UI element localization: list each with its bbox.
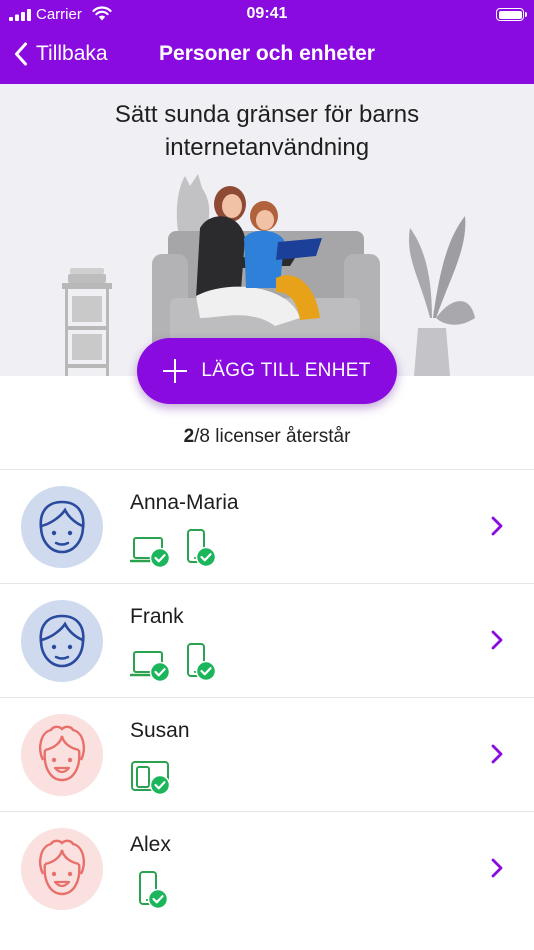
laptop-check-icon: [130, 537, 171, 568]
avatar: [21, 828, 103, 910]
device-list: [130, 526, 218, 568]
navigation-bar: Tillbaka Personer och enheter: [0, 28, 534, 84]
person-row-alex[interactable]: Alex: [0, 811, 534, 925]
person-row-anna-maria[interactable]: Anna-Maria: [0, 469, 534, 583]
boy-face-icon: [39, 500, 85, 554]
person-row-susan[interactable]: Susan: [0, 697, 534, 811]
person-name: Susan: [130, 719, 190, 742]
device-list: [130, 640, 218, 682]
shelf-illustration: [62, 268, 112, 376]
girl-face-icon: [39, 725, 85, 782]
chevron-right-icon: [491, 858, 503, 878]
licenses-remaining: 2/8 licenser återstår: [0, 426, 534, 448]
phone-check-icon: [187, 529, 217, 568]
battery-icon: [496, 8, 527, 21]
device-list: [130, 754, 174, 796]
person-name: Alex: [130, 833, 171, 856]
chevron-right-icon: [491, 630, 503, 650]
licenses-count: 2: [183, 426, 195, 447]
avatar: [21, 714, 103, 796]
multi-device-check-icon: [131, 761, 171, 796]
add-device-button[interactable]: LÄGG TILL ENHET: [137, 338, 397, 404]
chevron-right-icon: [491, 744, 503, 764]
add-device-button-label: LÄGG TILL ENHET: [201, 360, 371, 381]
screen: Carrier 09:41 Tillbaka Personer och enhe…: [0, 0, 534, 950]
girl-face-icon: [39, 839, 85, 896]
hero-title: Sätt sunda gränser för barns internetanv…: [114, 101, 420, 161]
person-row-frank[interactable]: Frank: [0, 583, 534, 697]
device-list: [130, 868, 178, 910]
person-name: Frank: [130, 605, 184, 628]
laptop-check-icon: [130, 651, 171, 682]
top-bar: Carrier 09:41 Tillbaka Personer och enhe…: [0, 0, 534, 84]
people-list: Anna-Maria Frank Susan Alex: [0, 469, 534, 925]
status-bar: Carrier 09:41: [0, 0, 534, 28]
phone-check-icon: [187, 643, 217, 682]
hero-banner: Sätt sunda gränser för barns internetanv…: [0, 84, 534, 376]
clock: 09:41: [246, 5, 288, 22]
plus-icon: [163, 359, 188, 383]
person-name: Anna-Maria: [130, 491, 239, 514]
page-title: Personer och enheter: [159, 42, 375, 65]
avatar: [21, 600, 103, 682]
boy-face-icon: [39, 614, 85, 668]
phone-check-icon: [139, 871, 169, 910]
licenses-text: /8 licenser återstår: [194, 426, 351, 447]
chevron-right-icon: [491, 516, 503, 536]
avatar: [21, 486, 103, 568]
plant-illustration: [409, 216, 475, 376]
